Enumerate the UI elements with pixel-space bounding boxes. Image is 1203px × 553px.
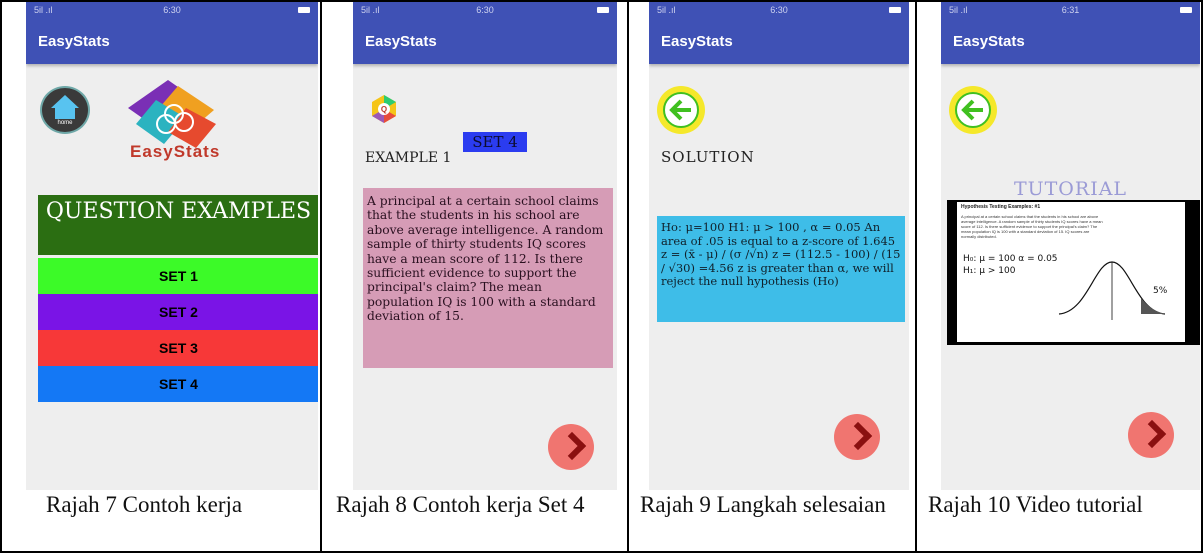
easystats-logo: EasyStats	[116, 78, 246, 168]
phone-screen-example: 5il .ıl 6:30 EasyStats Q SET 4 EXAMPLE 1 …	[353, 2, 617, 490]
set-badge: SET 4	[463, 132, 527, 152]
normal-curve-sketch	[1058, 261, 1166, 320]
cell-divider	[320, 0, 322, 553]
caption-figure-7: Rajah 7 Contoh kerja	[46, 492, 243, 517]
next-button[interactable]	[1128, 412, 1174, 458]
cell-divider	[627, 0, 629, 553]
solution-text: Ho: μ=100 H1: μ > 100 , α = 0.05 An area…	[661, 220, 901, 288]
chevron-right-icon	[843, 421, 873, 451]
chevron-right-icon	[1137, 419, 1167, 449]
hand-h1: H₁: μ > 100	[963, 266, 1016, 276]
solution-heading: SOLUTION	[661, 148, 755, 166]
battery-icon	[1180, 7, 1192, 13]
phone-screen-solution: 5il .ıl 6:30 EasyStats SOLUTION Ho: μ=100…	[649, 2, 909, 490]
next-button[interactable]	[548, 424, 594, 470]
set-4-button[interactable]: SET 4	[38, 366, 318, 402]
hand-h0: H₀: μ = 100 α = 0.05	[963, 254, 1058, 264]
status-bar: 5il .ıl 6:30	[353, 2, 617, 20]
arrow-left-icon	[669, 99, 691, 121]
example-label: EXAMPLE 1	[365, 150, 452, 166]
video-title: Hypothesis Testing Examples: #1	[961, 204, 1041, 210]
battery-icon	[597, 7, 609, 13]
phone-screen-tutorial: 5il .ıl 6:31 EasyStats TUTORIAL Hypothesi…	[941, 2, 1200, 490]
svg-text:Q: Q	[381, 105, 387, 114]
back-button[interactable]	[657, 86, 705, 134]
question-text: A principal at a certain school claims t…	[367, 194, 604, 324]
battery-icon	[889, 7, 901, 13]
tutorial-video[interactable]: Hypothesis Testing Examples: #1 A princi…	[947, 200, 1200, 345]
phone-screen-question-examples: 5il .ıl 6:30 EasyStats home EasyStats QUE…	[26, 2, 318, 490]
caption-figure-9: Rajah 9 Langkah selesaian	[640, 492, 886, 517]
home-button[interactable]: home	[40, 86, 90, 134]
status-bar: 5il .ıl 6:31	[941, 2, 1200, 20]
arrow-left-icon	[961, 99, 983, 121]
status-bar: 5il .ıl 6:30	[649, 2, 909, 20]
battery-icon	[298, 7, 310, 13]
caption-figure-10: Rajah 10 Video tutorial	[928, 492, 1143, 517]
app-title: EasyStats	[353, 20, 617, 64]
hand-percent: 5%	[1153, 286, 1168, 296]
tutorial-heading: TUTORIAL	[1013, 178, 1128, 200]
solution-text-box: Ho: μ=100 H1: μ > 100 , α = 0.05 An area…	[657, 216, 905, 322]
video-text: A principal at a certain school claims t…	[961, 214, 1103, 239]
question-text-box: A principal at a certain school claims t…	[363, 188, 613, 368]
question-hexagon-icon: Q	[372, 95, 396, 123]
home-icon	[51, 95, 79, 119]
set-3-button[interactable]: SET 3	[38, 330, 318, 366]
app-title: EasyStats	[649, 20, 909, 64]
caption-figure-8: Rajah 8 Contoh kerja Set 4	[336, 492, 585, 517]
app-title: EasyStats	[26, 20, 318, 64]
back-button[interactable]	[949, 86, 997, 134]
question-examples-heading: QUESTION EXAMPLES	[38, 195, 318, 255]
cell-divider	[915, 0, 917, 553]
set-1-button[interactable]: SET 1	[38, 258, 318, 294]
chevron-right-icon	[557, 431, 587, 461]
logo-text: EasyStats	[130, 142, 221, 161]
app-title: EasyStats	[941, 20, 1200, 64]
status-bar: 5il .ıl 6:30	[26, 2, 318, 20]
video-frame: Hypothesis Testing Examples: #1 A princi…	[957, 202, 1185, 342]
next-button[interactable]	[834, 414, 880, 460]
set-2-button[interactable]: SET 2	[38, 294, 318, 330]
